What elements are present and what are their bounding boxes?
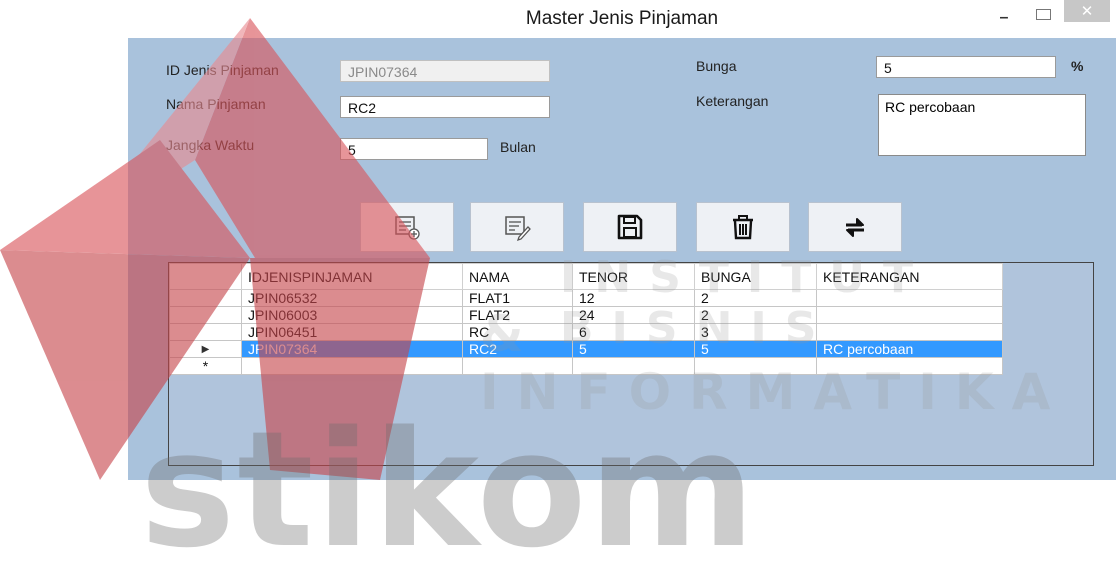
column-header-nama[interactable]: NAMA bbox=[462, 263, 573, 290]
cell-tenor[interactable]: 12 bbox=[572, 289, 695, 307]
current-row-marker[interactable]: ▶ bbox=[169, 340, 242, 358]
data-grid[interactable]: IDJENISPINJAMAN NAMA TENOR BUNGA KETERAN… bbox=[168, 262, 1094, 466]
maximize-icon bbox=[1035, 8, 1051, 20]
cell-id[interactable]: JPIN06451 bbox=[241, 323, 463, 341]
cell-keterangan[interactable] bbox=[816, 357, 1003, 375]
cell-keterangan[interactable] bbox=[816, 289, 1003, 307]
refresh-button[interactable] bbox=[808, 202, 902, 252]
edit-button[interactable] bbox=[470, 202, 564, 252]
table-row[interactable]: JPIN06451 RC 6 3 bbox=[169, 323, 1003, 341]
column-header-id[interactable]: IDJENISPINJAMAN bbox=[241, 263, 463, 290]
column-header-keterangan[interactable]: KETERANGAN bbox=[816, 263, 1003, 290]
grid-table: IDJENISPINJAMAN NAMA TENOR BUNGA KETERAN… bbox=[169, 263, 1003, 375]
column-header-tenor[interactable]: TENOR bbox=[572, 263, 695, 290]
cell-bunga[interactable] bbox=[694, 357, 817, 375]
cell-nama[interactable] bbox=[462, 357, 573, 375]
cell-id[interactable]: JPIN07364 bbox=[241, 340, 463, 358]
row-header[interactable] bbox=[169, 306, 242, 324]
cell-keterangan[interactable] bbox=[816, 323, 1003, 341]
jangka-label: Jangka Waktu bbox=[166, 137, 255, 153]
cell-bunga[interactable]: 3 bbox=[694, 323, 817, 341]
table-row[interactable]: JPIN06003 FLAT2 24 2 bbox=[169, 306, 1003, 324]
window: Master Jenis Pinjaman – ✕ ID Jenis Pinja… bbox=[128, 0, 1116, 480]
row-header[interactable] bbox=[169, 323, 242, 341]
new-row[interactable]: * bbox=[169, 357, 1003, 375]
cell-tenor[interactable] bbox=[572, 357, 695, 375]
new-row-marker[interactable]: * bbox=[169, 357, 242, 375]
cell-keterangan[interactable] bbox=[816, 306, 1003, 324]
bunga-field[interactable]: 5 bbox=[876, 56, 1056, 78]
cell-nama[interactable]: RC bbox=[462, 323, 573, 341]
id-label: ID Jenis Pinjaman bbox=[166, 62, 279, 78]
cell-nama[interactable]: FLAT1 bbox=[462, 289, 573, 307]
bunga-label: Bunga bbox=[696, 58, 737, 74]
refresh-icon bbox=[846, 218, 864, 237]
maximize-button[interactable] bbox=[1025, 0, 1061, 28]
delete-icon bbox=[733, 215, 753, 240]
title-bar: Master Jenis Pinjaman – ✕ bbox=[128, 0, 1116, 38]
table-row[interactable]: JPIN06532 FLAT1 12 2 bbox=[169, 289, 1003, 307]
new-button[interactable] bbox=[360, 202, 454, 252]
cell-tenor[interactable]: 24 bbox=[572, 306, 695, 324]
cell-id[interactable]: JPIN06003 bbox=[241, 306, 463, 324]
nama-field[interactable]: RC2 bbox=[340, 96, 550, 118]
jangka-field[interactable]: 5 bbox=[340, 138, 488, 160]
nama-label: Nama Pinjaman bbox=[166, 96, 266, 112]
row-header[interactable] bbox=[169, 289, 242, 307]
row-header-corner bbox=[169, 263, 242, 290]
cell-keterangan[interactable]: RC percobaan bbox=[816, 340, 1003, 358]
cell-bunga[interactable]: 2 bbox=[694, 306, 817, 324]
cell-bunga[interactable]: 5 bbox=[694, 340, 817, 358]
cell-nama[interactable]: FLAT2 bbox=[462, 306, 573, 324]
keterangan-field[interactable]: RC percobaan bbox=[878, 94, 1086, 156]
delete-button[interactable] bbox=[696, 202, 790, 252]
cell-id[interactable]: JPIN06532 bbox=[241, 289, 463, 307]
edit-record-icon bbox=[505, 216, 531, 242]
close-icon: ✕ bbox=[1080, 3, 1094, 20]
id-field[interactable]: JPIN07364 bbox=[340, 60, 550, 82]
window-title: Master Jenis Pinjaman bbox=[525, 8, 719, 29]
cell-tenor[interactable]: 6 bbox=[572, 323, 695, 341]
save-icon bbox=[617, 214, 643, 240]
jangka-unit: Bulan bbox=[500, 139, 536, 155]
bunga-unit: % bbox=[1071, 58, 1084, 74]
cell-bunga[interactable]: 2 bbox=[694, 289, 817, 307]
cell-nama[interactable]: RC2 bbox=[462, 340, 573, 358]
minimize-button[interactable]: – bbox=[986, 4, 1022, 32]
cell-id[interactable] bbox=[241, 357, 463, 375]
column-header-bunga[interactable]: BUNGA bbox=[694, 263, 817, 290]
grid-header-row: IDJENISPINJAMAN NAMA TENOR BUNGA KETERAN… bbox=[169, 263, 1003, 290]
new-record-icon bbox=[395, 216, 420, 240]
table-row-selected[interactable]: ▶ JPIN07364 RC2 5 5 RC percobaan bbox=[169, 340, 1003, 358]
cell-tenor[interactable]: 5 bbox=[572, 340, 695, 358]
save-button[interactable] bbox=[583, 202, 677, 252]
keterangan-label: Keterangan bbox=[696, 93, 769, 109]
close-button[interactable]: ✕ bbox=[1064, 0, 1110, 22]
